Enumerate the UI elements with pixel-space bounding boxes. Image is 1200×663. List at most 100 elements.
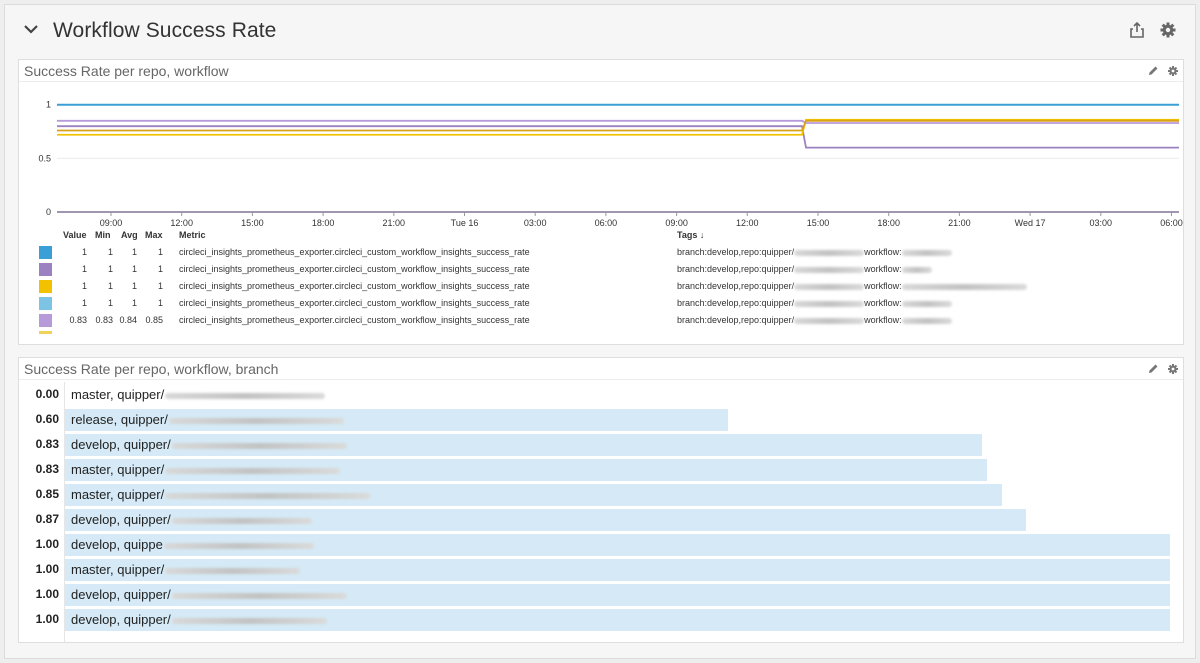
pencil-icon[interactable] — [1147, 363, 1159, 375]
toplist-label-text: master, quipper/ — [71, 487, 165, 502]
legend-row[interactable]: #f2c200 1 1 1 1 circleci_insights_prometheus_… — [39, 278, 1169, 295]
gear-icon[interactable] — [1159, 21, 1177, 39]
toplist-row[interactable]: 1.00 develop, quipper/ — [19, 584, 1199, 606]
x-tick-label: 18:00 — [312, 218, 335, 228]
toplist-row[interactable]: 1.00 develop, quipper/ — [19, 609, 1199, 631]
legend-max: 0.85 — [145, 315, 163, 325]
toplist-label-text: develop, quipper/ — [71, 437, 171, 452]
legend-min: 1 — [107, 247, 113, 257]
x-tick-label: Wed 17 — [1015, 218, 1046, 228]
toplist-row[interactable]: 0.60 release, quipper/ — [19, 409, 1199, 431]
redacted-text — [794, 283, 865, 290]
redacted-text — [165, 492, 371, 499]
widget-title: Success Rate per repo, workflow — [24, 63, 229, 79]
legend-row[interactable]: #3a9fd6 1 1 1 1 circleci_insights_prometheus_… — [39, 244, 1169, 261]
legend-header-avg: Avg — [121, 230, 138, 240]
legend-avg: 0.84 — [119, 315, 137, 325]
legend-min: 1 — [107, 264, 113, 274]
toplist-value: 0.83 — [35, 437, 59, 451]
legend-tags: branch:develop,repo:quipper/workflow: — [677, 264, 932, 274]
toplist-label: release, quipper/ — [71, 412, 344, 427]
legend-max: 1 — [157, 264, 163, 274]
legend-header-min: Min — [95, 230, 111, 240]
legend-metric: circleci_insights_prometheus_exporter.ci… — [179, 247, 530, 257]
pencil-icon[interactable] — [1147, 65, 1159, 77]
legend-header-metric: Metric — [179, 230, 206, 240]
toplist-label: develop, quippe — [71, 537, 314, 552]
group-title: Workflow Success Rate — [53, 19, 277, 42]
toplist-row[interactable]: 0.83 master, quipper/ — [19, 459, 1199, 481]
widget-header: Success Rate per repo, workflow — [19, 60, 1183, 82]
legend-avg: 1 — [131, 264, 137, 274]
redacted-text — [901, 283, 1027, 290]
series-line[interactable] — [57, 118, 1179, 136]
toplist-row[interactable]: 1.00 master, quipper/ — [19, 559, 1199, 581]
x-tick-label: 09:00 — [100, 218, 123, 228]
x-tick-label: 06:00 — [1160, 218, 1183, 228]
gear-icon[interactable] — [1167, 65, 1179, 77]
toplist-value: 0.85 — [35, 487, 59, 501]
legend-value: 1 — [81, 298, 87, 308]
legend-tags: branch:develop,repo:quipper/workflow: — [677, 281, 1027, 291]
toplist-value: 0.60 — [35, 412, 59, 426]
legend-header-tags[interactable]: Tags ↓ — [677, 230, 704, 240]
chevron-down-icon[interactable] — [23, 22, 39, 36]
legend-tags-workflow: workflow: — [864, 264, 902, 274]
redacted-text — [171, 442, 347, 449]
legend-value: 1 — [81, 264, 87, 274]
toplist-row[interactable]: 1.00 develop, quippe — [19, 534, 1199, 556]
legend-swatch: #9b80c2 — [39, 263, 52, 276]
series-line[interactable] — [57, 125, 1179, 149]
y-tick-label: 1 — [46, 100, 51, 110]
legend-min: 1 — [107, 281, 113, 291]
legend-max: 1 — [157, 247, 163, 257]
legend-metric: circleci_insights_prometheus_exporter.ci… — [179, 315, 530, 325]
legend-row[interactable]: #b79ad8 0.83 0.83 0.84 0.85 circleci_insights… — [39, 312, 1169, 329]
legend-max: 1 — [157, 298, 163, 308]
legend-row[interactable]: #7cc3e4 1 1 1 1 circleci_insights_prometheus_… — [39, 295, 1169, 312]
toplist-row[interactable]: 0.85 master, quipper/ — [19, 484, 1199, 506]
toplist-label: master, quipper/ — [71, 562, 301, 577]
legend-value: 0.83 — [69, 315, 87, 325]
toplist-row[interactable]: 0.83 develop, quipper/ — [19, 434, 1199, 456]
redacted-text — [794, 249, 865, 256]
toplist-label-text: master, quipper/ — [71, 562, 165, 577]
legend-tags-prefix: branch:develop,repo:quipper/ — [677, 264, 795, 274]
legend-tags-workflow: workflow: — [864, 281, 902, 291]
timeseries-chart[interactable]: 0 0.5 1 09:00 12:00 15:00 18:00 21:00 Tue 16 03:… — [19, 84, 1183, 234]
toplist-label-text: develop, quippe — [71, 537, 163, 552]
x-tick-label: Tue 16 — [451, 218, 479, 228]
toplist-value: 1.00 — [35, 612, 59, 626]
toplist-label: develop, quipper/ — [71, 437, 347, 452]
gear-icon[interactable] — [1167, 363, 1179, 375]
toplist-row[interactable]: 0.87 develop, quipper/ — [19, 509, 1199, 531]
legend-swatch-partial — [39, 331, 52, 334]
legend-tags-prefix: branch:develop,repo:quipper/ — [677, 281, 795, 291]
legend-tags-prefix: branch:develop,repo:quipper/ — [677, 298, 795, 308]
legend-tags-workflow: workflow: — [864, 315, 902, 325]
legend-metric: circleci_insights_prometheus_exporter.ci… — [179, 298, 530, 308]
share-icon[interactable] — [1128, 21, 1146, 39]
legend-min: 0.83 — [95, 315, 113, 325]
legend-tags: branch:develop,repo:quipper/workflow: — [677, 315, 952, 325]
x-tick-label: 03:00 — [1090, 218, 1113, 228]
legend-tags-workflow: workflow: — [864, 298, 902, 308]
legend-tags-prefix: branch:develop,repo:quipper/ — [677, 315, 795, 325]
legend-tags: branch:develop,repo:quipper/workflow: — [677, 298, 952, 308]
legend-tags-workflow: workflow: — [864, 247, 902, 257]
redacted-text — [165, 567, 301, 574]
toplist-label: develop, quipper/ — [71, 512, 312, 527]
x-tick-label: 18:00 — [877, 218, 900, 228]
redacted-text — [794, 266, 865, 273]
toplist-label: master, quipper/ — [71, 487, 371, 502]
redacted-text — [165, 392, 326, 399]
toplist-label: develop, quipper/ — [71, 612, 327, 627]
legend-value: 1 — [81, 247, 87, 257]
legend-tags: branch:develop,repo:quipper/workflow: — [677, 247, 952, 257]
toplist-row[interactable]: 0.00 master, quipper/ — [19, 384, 1199, 406]
legend-avg: 1 — [131, 298, 137, 308]
toplist-label-text: develop, quipper/ — [71, 612, 171, 627]
legend-row[interactable]: #9b80c2 1 1 1 1 circleci_insights_prometheus_… — [39, 261, 1169, 278]
redacted-text — [901, 249, 952, 256]
y-tick-label: 0 — [46, 207, 51, 217]
